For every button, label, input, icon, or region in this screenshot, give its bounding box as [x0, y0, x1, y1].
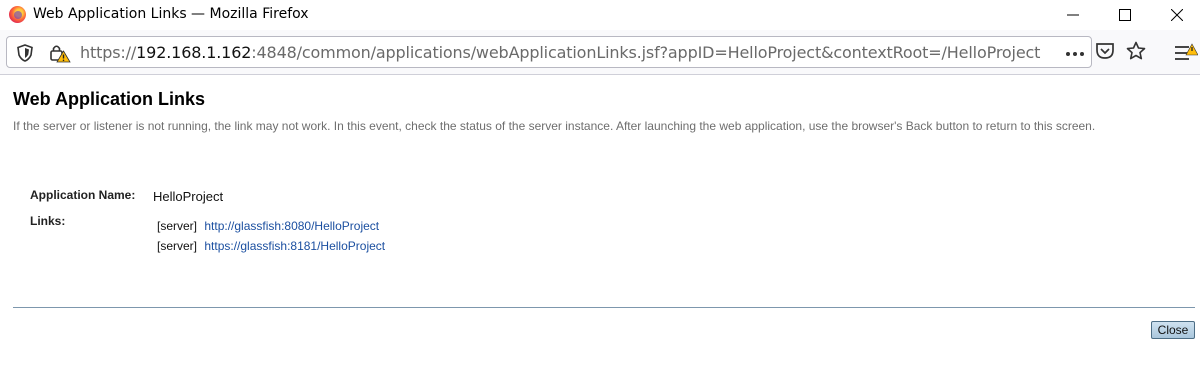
help-text: If the server or listener is not running… [13, 119, 1096, 133]
hamburger-menu-icon[interactable] [1174, 43, 1198, 63]
application-name-label: Application Name: [30, 188, 136, 202]
window-titlebar: Web Application Links — Mozilla Firefox [0, 0, 1200, 30]
http-app-link[interactable]: http://glassfish:8080/HelloProject [204, 219, 379, 233]
pocket-icon[interactable] [1095, 42, 1115, 60]
window-close-button[interactable] [1154, 0, 1200, 30]
link-prefix: [server] [157, 239, 198, 253]
link-prefix: [server] [157, 219, 198, 233]
minimize-button[interactable] [1050, 0, 1096, 30]
url-prefix: https:// [80, 43, 137, 62]
maximize-icon [1119, 9, 1131, 21]
page-content: Web Application Links If the server or l… [0, 75, 1200, 368]
close-icon [1171, 9, 1183, 21]
close-button[interactable]: Close [1151, 321, 1195, 339]
page-title: Web Application Links [13, 89, 206, 109]
maximize-button[interactable] [1102, 0, 1148, 30]
url-text[interactable]: https://192.168.1.162:4848/common/applic… [80, 43, 1040, 62]
url-path: :4848/common/applications/webApplication… [251, 43, 1041, 62]
bookmark-star-icon[interactable] [1126, 41, 1146, 61]
https-app-link[interactable]: https://glassfish:8181/HelloProject [204, 239, 385, 253]
minimize-icon [1067, 14, 1079, 16]
navigation-bar: https://192.168.1.162:4848/common/applic… [0, 30, 1200, 75]
firefox-logo-icon [9, 6, 26, 23]
link-row: [server] http://glassfish:8080/HelloProj… [157, 219, 379, 233]
more-dots-icon[interactable] [1065, 51, 1085, 57]
window-title: Web Application Links — Mozilla Firefox [33, 6, 309, 22]
lock-warning-icon[interactable] [49, 43, 71, 63]
link-row: [server] https://glassfish:8181/HelloPro… [157, 239, 385, 253]
url-bar[interactable]: https://192.168.1.162:4848/common/applic… [6, 36, 1092, 68]
application-name-value: HelloProject [153, 189, 224, 204]
divider [13, 307, 1195, 308]
shield-icon[interactable] [16, 43, 34, 63]
url-host: 192.168.1.162 [136, 43, 252, 62]
links-label: Links: [30, 214, 66, 228]
